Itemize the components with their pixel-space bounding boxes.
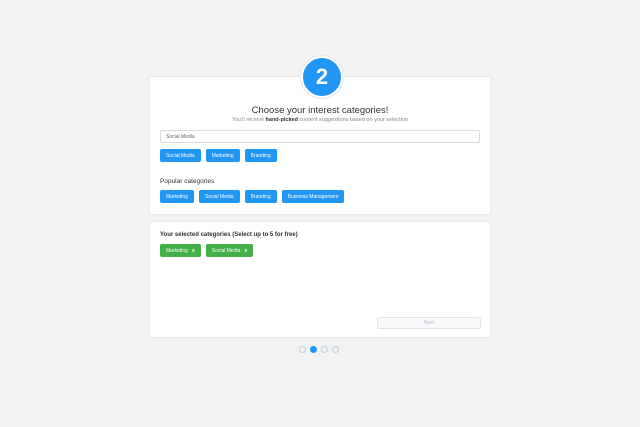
step-dot-2[interactable] [310, 346, 317, 353]
popular-tag-social-media[interactable]: Social Media [198, 190, 240, 203]
step-dot-1[interactable] [299, 346, 306, 353]
selected-tag-label: Marketing [166, 247, 188, 254]
category-search-input[interactable] [160, 130, 480, 143]
suggested-tag-branding[interactable]: Branding [244, 149, 277, 162]
suggested-tag-marketing[interactable]: Marketing [205, 149, 240, 162]
next-button[interactable]: Next [377, 317, 481, 329]
step-number: 2 [315, 64, 329, 89]
popular-tag-marketing[interactable]: Marketing [160, 190, 194, 203]
suggested-tag-social-media[interactable]: Social Media [160, 149, 201, 162]
step-pagination [299, 346, 339, 353]
suggested-categories: Social Media Marketing Branding [160, 149, 277, 162]
step-number-badge: 2 [301, 56, 343, 98]
page-subtitle: You'll receive hand-picked content sugge… [150, 117, 490, 123]
step-dot-4[interactable] [332, 346, 339, 353]
popular-categories: Marketing Social Media Branding Business… [160, 190, 345, 203]
subtitle-text-after: content suggestions based on your select… [297, 117, 409, 123]
remove-icon[interactable]: x [244, 248, 247, 254]
step-dot-3[interactable] [321, 346, 328, 353]
selected-categories-title: Your selected categories (Select up to 5… [160, 232, 298, 238]
popular-categories-title: Popular categories [160, 178, 215, 185]
subtitle-bold-text: hand-picked [265, 117, 298, 123]
subtitle-text-before: You'll receive [231, 117, 266, 123]
popular-tag-branding[interactable]: Branding [244, 190, 277, 203]
selected-categories-card: Your selected categories (Select up to 5… [149, 221, 491, 338]
page-title: Choose your interest categories! [251, 105, 389, 116]
selected-tag-social-media[interactable]: Social Media x [205, 244, 254, 257]
selected-tag-label: Social Media [211, 247, 241, 254]
remove-icon[interactable]: x [192, 248, 195, 254]
popular-tag-business-management[interactable]: Business Management [281, 190, 345, 203]
selected-tag-marketing[interactable]: Marketing x [160, 244, 201, 257]
selected-categories: Marketing x Social Media x [160, 244, 254, 257]
